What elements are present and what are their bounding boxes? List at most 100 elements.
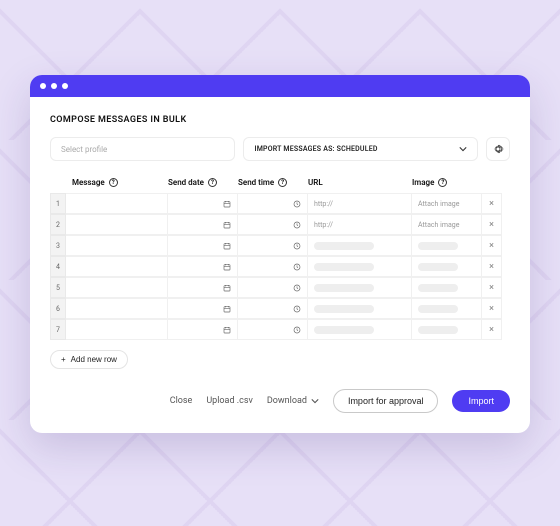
close-icon: × xyxy=(489,241,494,251)
table-row: 2http://Attach image× xyxy=(50,214,510,235)
content-area: COMPOSE MESSAGES IN BULK Select profile … xyxy=(30,97,530,433)
image-cell[interactable] xyxy=(412,277,482,298)
settings-button[interactable] xyxy=(486,137,510,161)
import-mode-label: IMPORT MESSAGES AS: SCHEDULED xyxy=(254,145,377,153)
send-time-cell[interactable] xyxy=(238,277,308,298)
send-date-cell[interactable] xyxy=(168,193,238,214)
message-cell[interactable] xyxy=(66,214,168,235)
image-cell[interactable] xyxy=(412,235,482,256)
download-button[interactable]: Download xyxy=(267,396,319,406)
image-cell[interactable] xyxy=(412,319,482,340)
help-icon[interactable]: ? xyxy=(438,178,447,187)
col-send-time: Send time ? xyxy=(238,178,308,187)
close-icon: × xyxy=(489,283,494,293)
download-label: Download xyxy=(267,396,307,406)
plus-icon: + xyxy=(61,355,66,364)
send-time-cell[interactable] xyxy=(238,214,308,235)
calendar-icon xyxy=(223,221,231,229)
send-date-cell[interactable] xyxy=(168,298,238,319)
import-mode-select[interactable]: IMPORT MESSAGES AS: SCHEDULED xyxy=(243,137,478,161)
clock-icon xyxy=(293,221,301,229)
placeholder xyxy=(418,263,458,271)
image-cell[interactable] xyxy=(412,298,482,319)
message-cell[interactable] xyxy=(66,298,168,319)
delete-row-button[interactable]: × xyxy=(482,235,502,256)
row-number: 3 xyxy=(50,235,66,256)
table-row: 1http://Attach image× xyxy=(50,193,510,214)
message-cell[interactable] xyxy=(66,193,168,214)
send-date-cell[interactable] xyxy=(168,277,238,298)
delete-row-button[interactable]: × xyxy=(482,214,502,235)
window-dot xyxy=(40,83,46,89)
table-row: 7× xyxy=(50,319,510,340)
app-window: COMPOSE MESSAGES IN BULK Select profile … xyxy=(30,75,530,433)
window-dot xyxy=(51,83,57,89)
placeholder xyxy=(418,242,458,250)
table-row: 4× xyxy=(50,256,510,277)
delete-row-button[interactable]: × xyxy=(482,193,502,214)
calendar-icon xyxy=(223,305,231,313)
table-header: Message ? Send date ? Send time ? URL Im… xyxy=(50,171,510,193)
url-cell[interactable]: http:// xyxy=(308,214,412,235)
add-row-label: Add new row xyxy=(71,355,117,364)
import-button[interactable]: Import xyxy=(452,390,510,412)
delete-row-button[interactable]: × xyxy=(482,277,502,298)
send-time-cell[interactable] xyxy=(238,193,308,214)
col-send-date: Send date ? xyxy=(168,178,238,187)
help-icon[interactable]: ? xyxy=(109,178,118,187)
col-url-label: URL xyxy=(308,178,323,187)
help-icon[interactable]: ? xyxy=(278,178,287,187)
send-time-cell[interactable] xyxy=(238,319,308,340)
send-time-cell[interactable] xyxy=(238,298,308,319)
profile-placeholder: Select profile xyxy=(61,145,107,154)
add-row-button[interactable]: + Add new row xyxy=(50,350,128,369)
message-cell[interactable] xyxy=(66,277,168,298)
window-dot xyxy=(62,83,68,89)
col-image-label: Image xyxy=(412,178,434,187)
clock-icon xyxy=(293,263,301,271)
url-cell[interactable] xyxy=(308,256,412,277)
profile-select[interactable]: Select profile xyxy=(50,137,235,161)
table-row: 6× xyxy=(50,298,510,319)
calendar-icon xyxy=(223,200,231,208)
clock-icon xyxy=(293,305,301,313)
col-send-time-label: Send time xyxy=(238,178,274,187)
col-url: URL xyxy=(308,178,412,187)
image-cell[interactable]: Attach image xyxy=(412,214,482,235)
toolbar: Select profile IMPORT MESSAGES AS: SCHED… xyxy=(50,137,510,161)
row-number: 5 xyxy=(50,277,66,298)
url-cell[interactable] xyxy=(308,298,412,319)
help-icon[interactable]: ? xyxy=(208,178,217,187)
message-cell[interactable] xyxy=(66,235,168,256)
url-cell[interactable] xyxy=(308,319,412,340)
message-cell[interactable] xyxy=(66,319,168,340)
clock-icon xyxy=(293,200,301,208)
delete-row-button[interactable]: × xyxy=(482,319,502,340)
send-date-cell[interactable] xyxy=(168,235,238,256)
delete-row-button[interactable]: × xyxy=(482,298,502,319)
message-cell[interactable] xyxy=(66,256,168,277)
import-approval-button[interactable]: Import for approval xyxy=(333,389,439,413)
table-row: 3× xyxy=(50,235,510,256)
image-cell[interactable] xyxy=(412,256,482,277)
url-cell[interactable] xyxy=(308,277,412,298)
send-time-cell[interactable] xyxy=(238,235,308,256)
bulk-table: Message ? Send date ? Send time ? URL Im… xyxy=(50,171,510,340)
page-title: COMPOSE MESSAGES IN BULK xyxy=(50,115,510,125)
url-cell[interactable] xyxy=(308,235,412,256)
send-date-cell[interactable] xyxy=(168,319,238,340)
image-cell[interactable]: Attach image xyxy=(412,193,482,214)
clock-icon xyxy=(293,326,301,334)
send-date-cell[interactable] xyxy=(168,214,238,235)
placeholder xyxy=(314,284,374,292)
close-button[interactable]: Close xyxy=(170,396,193,406)
calendar-icon xyxy=(223,263,231,271)
col-image: Image ? xyxy=(412,178,482,187)
calendar-icon xyxy=(223,326,231,334)
send-date-cell[interactable] xyxy=(168,256,238,277)
upload-csv-button[interactable]: Upload .csv xyxy=(206,396,253,406)
delete-row-button[interactable]: × xyxy=(482,256,502,277)
row-number: 7 xyxy=(50,319,66,340)
send-time-cell[interactable] xyxy=(238,256,308,277)
url-cell[interactable]: http:// xyxy=(308,193,412,214)
